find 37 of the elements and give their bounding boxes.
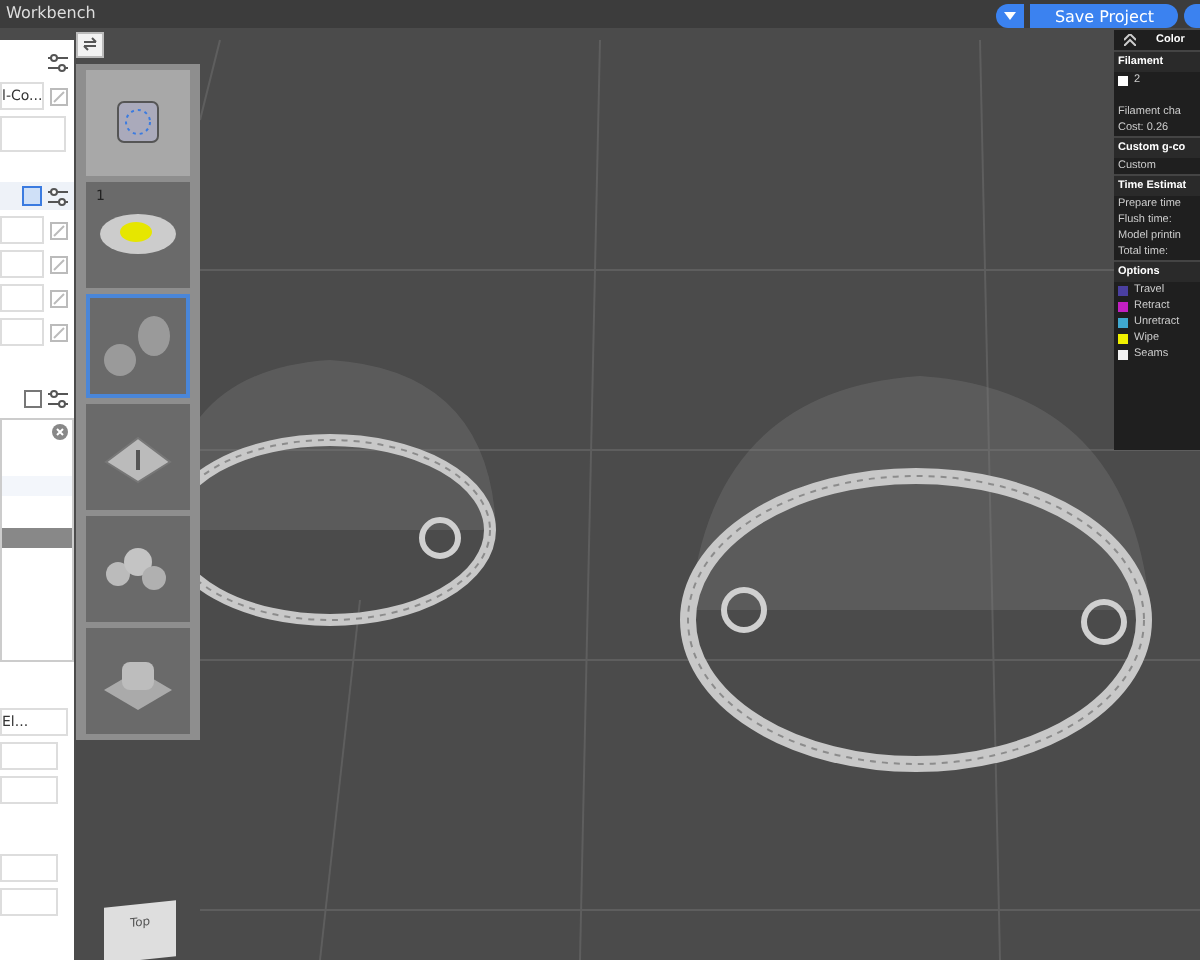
- sliders-icon[interactable]: [48, 187, 68, 205]
- color-swatch-icon: [1118, 75, 1128, 85]
- input-field[interactable]: [0, 776, 58, 804]
- text-field[interactable]: [0, 116, 66, 152]
- input-field[interactable]: [0, 284, 44, 312]
- plate-thumbnail[interactable]: [86, 293, 190, 399]
- grid-icon[interactable]: [22, 186, 42, 206]
- input-field[interactable]: [0, 888, 58, 916]
- dropdown-field[interactable]: [0, 742, 58, 770]
- edit-icon[interactable]: [50, 221, 68, 239]
- collapse-button[interactable]: [76, 32, 104, 58]
- input-field[interactable]: [0, 250, 44, 278]
- plate-thumbnail[interactable]: [86, 404, 190, 511]
- caret-icon: [1004, 12, 1017, 20]
- window-title: Workbench: [6, 4, 96, 22]
- edit-icon[interactable]: [50, 289, 68, 307]
- save-icon[interactable]: [24, 389, 42, 407]
- sliders-icon[interactable]: [48, 53, 68, 71]
- input-field[interactable]: [0, 854, 58, 882]
- dropdown-button[interactable]: [996, 4, 1025, 28]
- input-field[interactable]: [0, 318, 44, 346]
- flower-model-icon: [98, 210, 178, 259]
- edit-icon[interactable]: [50, 323, 68, 341]
- save-project-button[interactable]: Save Project: [1030, 4, 1178, 28]
- swap-arrows-icon: [82, 35, 98, 51]
- list-row[interactable]: [2, 528, 72, 548]
- sliders-icon[interactable]: [48, 389, 68, 407]
- collapse-icon[interactable]: [1124, 34, 1136, 46]
- input-field[interactable]: [0, 216, 44, 244]
- edit-icon[interactable]: [50, 87, 68, 105]
- list-row[interactable]: [2, 476, 72, 496]
- edit-icon[interactable]: [50, 255, 68, 273]
- close-icon[interactable]: [52, 424, 68, 440]
- cube-icon: [112, 96, 164, 149]
- plate-thumbnail[interactable]: [86, 516, 190, 623]
- plate-thumbnail[interactable]: [86, 70, 190, 176]
- plate-thumbnail[interactable]: [86, 628, 190, 734]
